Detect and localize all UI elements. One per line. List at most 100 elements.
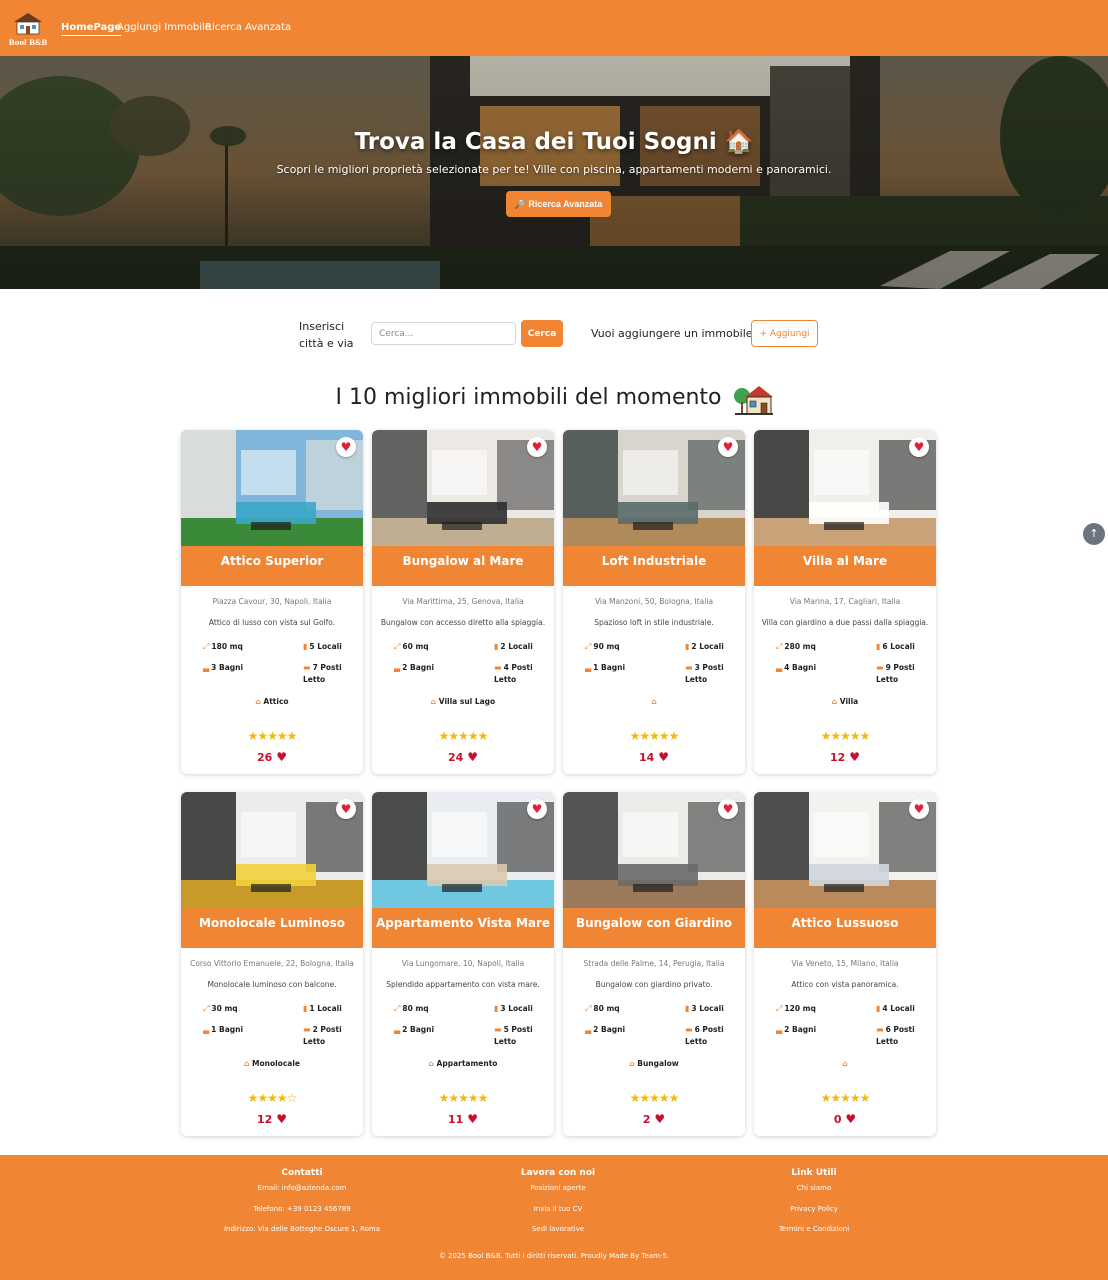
door-icon: ▮ [494,642,499,651]
feature-bagni: ▃ 4 Bagni [776,662,816,674]
property-title[interactable]: Monolocale Luminoso [181,908,363,948]
property-type: ⌂ Appartamento [372,1059,554,1068]
property-title[interactable]: Villa al Mare [754,546,936,586]
footer-link-posizioni[interactable]: Posizioni aperte [448,1184,668,1192]
door-icon: ▮ [303,642,308,651]
feature-mq-value: 280 mq [784,642,816,651]
favorite-button[interactable]: ♥ [718,799,738,819]
area-icon: ⤢ [203,642,210,651]
feature-posti: ▬ 2 Posti Letto [303,1024,355,1048]
door-icon: ▮ [303,1004,308,1013]
feature-locali-value: 6 Locali [882,642,915,651]
scroll-top-button[interactable]: ↑ [1083,523,1105,545]
logo[interactable]: Bool B&B [8,11,48,47]
bed-icon: ▬ [685,663,693,672]
search-input[interactable] [371,322,516,345]
favorite-button[interactable]: ♥ [527,799,547,819]
bed-icon: ▬ [876,1025,884,1034]
feature-mq-value: 80 mq [593,1004,620,1013]
feature-mq: ⤢ 280 mq [776,641,816,653]
nav-ricerca-avanzata[interactable]: Ricerca Avanzata [205,22,291,33]
property-title[interactable]: Bungalow al Mare [372,546,554,586]
feature-bagni: ▃ 2 Bagni [585,1024,625,1036]
footer-link-sedi[interactable]: Sedi lavorative [448,1225,668,1233]
property-card[interactable]: ♥ Monolocale Luminoso Corso Vittorio Ema… [181,792,363,1136]
favorite-button[interactable]: ♥ [336,799,356,819]
property-title[interactable]: Bungalow con Giardino [563,908,745,948]
heart-icon: ♥ [913,440,925,454]
property-card[interactable]: ♥ Appartamento Vista Mare Via Lungomare,… [372,792,554,1136]
home-icon: ⌂ [244,1059,250,1068]
property-card[interactable]: ♥ Attico Superior Piazza Cavour, 30, Nap… [181,430,363,774]
home-icon: ⌂ [831,697,838,706]
footer-email[interactable]: Email: info@azienda.com [192,1184,412,1192]
feature-bagni: ▃ 1 Bagni [203,1024,243,1036]
bath-icon: ▃ [394,1025,401,1034]
feature-bagni: ▃ 2 Bagni [394,662,434,674]
feature-mq-value: 90 mq [593,642,620,651]
property-description: Splendido appartamento con vista mare. [386,980,540,989]
feature-mq-value: 180 mq [211,642,243,651]
bed-icon: ▬ [876,663,884,672]
feature-bagni: ▃ 2 Bagni [394,1024,434,1036]
property-type: ⌂ Monolocale [181,1059,363,1068]
favorite-button[interactable]: ♥ [527,437,547,457]
nav-homepage[interactable]: HomePage [61,22,122,36]
likes-value: 12 [257,1113,273,1126]
home-icon: ⌂ [842,1059,848,1068]
property-title[interactable]: Attico Lussuoso [754,908,936,948]
area-icon: ⤢ [585,642,592,651]
feature-posti: ▬ 6 Posti Letto [685,1024,737,1048]
footer-phone[interactable]: Telefono: +39 0123 456789 [192,1205,412,1213]
heart-icon: ♥ [654,1112,666,1126]
property-card[interactable]: ♥ Bungalow al Mare Via Marittima, 25, Ge… [372,430,554,774]
feature-bagni-value: 2 Bagni [593,1025,626,1034]
area-icon: ⤢ [203,1004,210,1013]
property-card[interactable]: ♥ Villa al Mare Via Marina, 17, Cagliari… [754,430,936,774]
feature-mq: ⤢ 80 mq [585,1003,620,1015]
property-description: Attico con vista panoramica. [791,980,899,989]
feature-locali-value: 3 Locali [500,1004,533,1013]
feature-bagni-value: 2 Bagni [402,1025,435,1034]
house-icon [733,386,773,415]
door-icon: ▮ [494,1004,499,1013]
property-address: Via Marina, 17, Cagliari, Italia [789,597,901,606]
property-title[interactable]: Appartamento Vista Mare [372,908,554,948]
feature-locali: ▮ 3 Locali [685,1003,740,1015]
feature-locali-value: 2 Locali [691,642,724,651]
property-description: Bungalow con accesso diretto alla spiagg… [380,618,546,627]
rating-stars: ★★★★★ [629,729,680,743]
property-type: ⌂ Bungalow [563,1059,745,1068]
favorite-button[interactable]: ♥ [718,437,738,457]
footer-link-chi-siamo[interactable]: Chi siamo [704,1184,924,1192]
favorite-button[interactable]: ♥ [909,437,929,457]
feature-bagni: ▃ 3 Bagni [203,662,243,674]
feature-locali-value: 2 Locali [500,642,533,651]
favorite-button[interactable]: ♥ [336,437,356,457]
property-card[interactable]: ♥ Loft Industriale Via Manzoni, 50, Bolo… [563,430,745,774]
bed-icon: ▬ [494,663,502,672]
rating-stars: ★★★★★ [820,729,871,743]
footer-link-cv[interactable]: Invia il tuo CV [448,1205,668,1213]
area-icon: ⤢ [394,1004,401,1013]
advanced-search-button[interactable]: 🔎 Ricerca Avanzata [506,191,611,217]
property-title[interactable]: Loft Industriale [563,546,745,586]
add-property-label: Vuoi aggiungere un immobile? [591,327,759,340]
add-property-button[interactable]: + Aggiungi [751,320,818,347]
property-card[interactable]: ♥ Attico Lussuoso Via Veneto, 15, Milano… [754,792,936,1136]
bath-icon: ▃ [585,1025,592,1034]
footer-link-termini[interactable]: Termini e Condizioni [704,1225,924,1233]
nav-aggiungi-immobile[interactable]: Aggiungi Immobile [117,22,211,33]
property-card[interactable]: ♥ Bungalow con Giardino Strada delle Pal… [563,792,745,1136]
footer-link-privacy[interactable]: Privacy Policy [704,1205,924,1213]
favorite-button[interactable]: ♥ [909,799,929,819]
rating-stars: ★★★★☆ [247,1091,298,1105]
logo-text: Bool B&B [8,38,48,47]
feature-locali: ▮ 1 Locali [303,1003,358,1015]
home-icon: ⌂ [629,1059,635,1068]
likes-count: 26 ♥ [181,750,363,764]
property-title[interactable]: Attico Superior [181,546,363,586]
likes-count: 2 ♥ [563,1112,745,1126]
search-button[interactable]: Cerca [521,320,563,347]
door-icon: ▮ [685,642,690,651]
